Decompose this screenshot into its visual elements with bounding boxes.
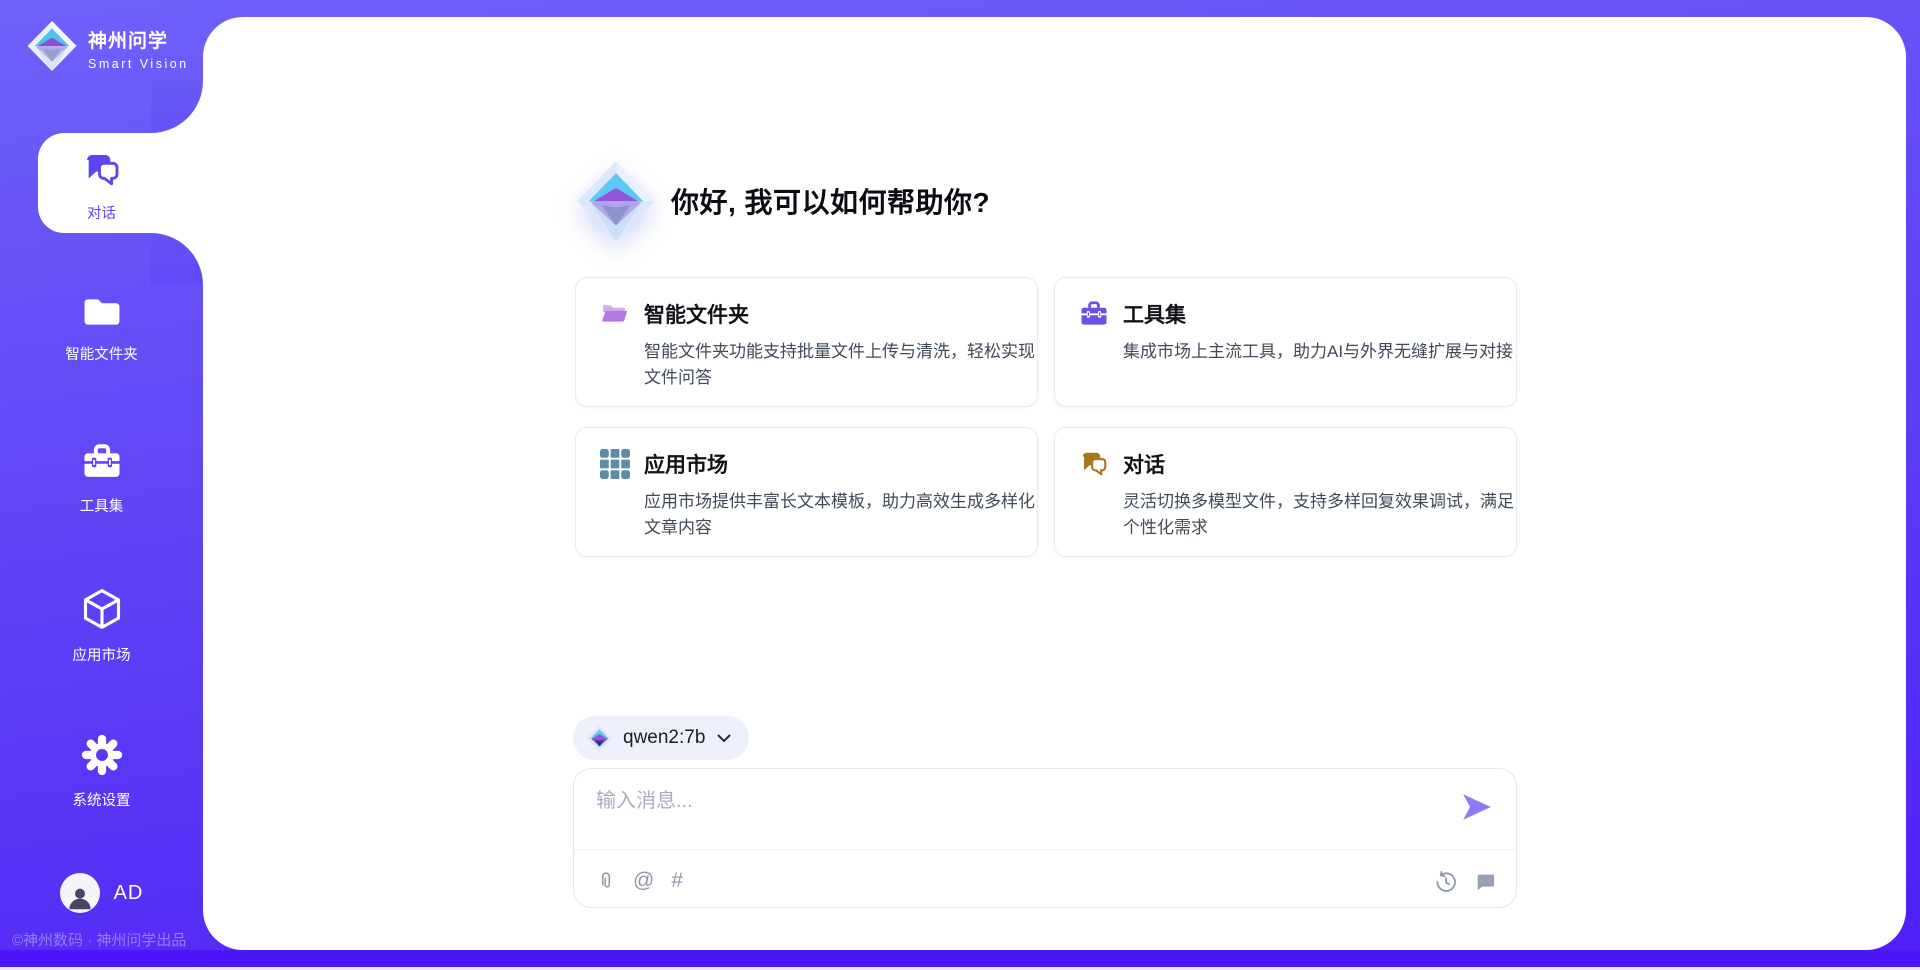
model-name: qwen2:7b bbox=[623, 727, 705, 749]
card-head: 工具集 bbox=[1079, 299, 1508, 329]
toolbox-icon bbox=[1079, 299, 1109, 329]
hash-icon: # bbox=[671, 869, 683, 893]
folder-icon bbox=[81, 293, 123, 331]
model-selector[interactable]: qwen2:7b bbox=[573, 716, 749, 760]
person-icon bbox=[65, 883, 95, 913]
brand-name: 神州问学 bbox=[88, 26, 189, 53]
send-icon bbox=[1461, 793, 1493, 821]
feature-card-smart-folder[interactable]: 智能文件夹 智能文件夹功能支持批量文件上传与清洗，轻松实现文件问答 bbox=[575, 277, 1038, 407]
sidebar-item-label: 应用市场 bbox=[0, 644, 203, 665]
card-head: 智能文件夹 bbox=[600, 299, 1029, 329]
message-input[interactable] bbox=[596, 784, 1336, 842]
card-description: 应用市场提供丰富长文本模板，助力高效生成多样化文章内容 bbox=[644, 489, 1040, 542]
card-title: 工具集 bbox=[1123, 299, 1186, 329]
user-profile[interactable]: AD bbox=[0, 873, 203, 913]
chat-bubble-button[interactable] bbox=[1474, 871, 1496, 893]
user-name: AD bbox=[114, 882, 144, 905]
brand-logo-block: 神州问学 Smart Vision bbox=[26, 20, 189, 72]
sidebar-item-settings[interactable]: 系统设置 bbox=[0, 733, 203, 810]
at-icon: @ bbox=[633, 869, 654, 893]
sidebar-item-chat[interactable]: 对话 bbox=[0, 150, 203, 223]
sidebar-item-toolset[interactable]: 工具集 bbox=[0, 441, 203, 516]
sidebar-footer-credit: ©神州数码 · 神州问学出品 bbox=[12, 929, 186, 950]
card-description: 灵活切换多模型文件，支持多样回复效果调试，满足个性化需求 bbox=[1123, 489, 1519, 542]
card-description: 集成市场上主流工具，助力AI与外界无缝扩展与对接 bbox=[1123, 339, 1519, 365]
grid-icon bbox=[600, 449, 630, 479]
brand-diamond-icon bbox=[26, 20, 78, 72]
composer-tools-left: @ # bbox=[596, 865, 683, 897]
sidebar-item-label: 智能文件夹 bbox=[0, 343, 203, 364]
message-composer: @ # bbox=[573, 768, 1517, 908]
bottom-accent-band bbox=[0, 950, 1920, 967]
sidebar-item-app-market[interactable]: 应用市场 bbox=[0, 586, 203, 665]
composer-tools-right bbox=[1434, 867, 1496, 897]
card-head: 应用市场 bbox=[600, 449, 1029, 479]
paperclip-icon bbox=[596, 869, 616, 893]
card-title: 对话 bbox=[1123, 449, 1165, 479]
sidebar-item-label: 对话 bbox=[0, 202, 203, 223]
card-title: 应用市场 bbox=[644, 449, 728, 479]
brand-text: 神州问学 Smart Vision bbox=[88, 20, 189, 71]
cube-icon bbox=[80, 586, 124, 632]
chevron-down-icon bbox=[717, 734, 731, 743]
chat-bubbles-icon bbox=[1079, 449, 1109, 479]
feature-cards-grid: 智能文件夹 智能文件夹功能支持批量文件上传与清洗，轻松实现文件问答 工具集 集成… bbox=[575, 277, 1519, 557]
send-button[interactable] bbox=[1460, 793, 1494, 823]
brand-subtitle: Smart Vision bbox=[88, 57, 189, 71]
chat-bubbles-icon bbox=[82, 150, 122, 190]
card-title: 智能文件夹 bbox=[644, 299, 749, 329]
mention-button[interactable]: @ bbox=[633, 869, 654, 893]
greeting-block: 你好, 我可以如何帮助你? bbox=[575, 160, 990, 242]
composer-divider bbox=[574, 849, 1516, 850]
topic-button[interactable]: # bbox=[671, 869, 683, 893]
attach-file-button[interactable] bbox=[596, 869, 616, 893]
feature-card-toolset[interactable]: 工具集 集成市场上主流工具，助力AI与外界无缝扩展与对接 bbox=[1054, 277, 1517, 407]
feature-card-app-market[interactable]: 应用市场 应用市场提供丰富长文本模板，助力高效生成多样化文章内容 bbox=[575, 427, 1038, 557]
chat-bubble-icon bbox=[1474, 871, 1496, 893]
card-head: 对话 bbox=[1079, 449, 1508, 479]
avatar bbox=[60, 873, 100, 913]
toolbox-icon bbox=[81, 441, 123, 483]
folder-open-icon bbox=[600, 299, 630, 329]
model-diamond-icon bbox=[586, 725, 613, 752]
sidebar-item-smart-folder[interactable]: 智能文件夹 bbox=[0, 293, 203, 364]
sidebar: 神州问学 Smart Vision 对话 智能文件夹 工具集 bbox=[0, 0, 203, 950]
history-button[interactable] bbox=[1434, 870, 1458, 894]
card-description: 智能文件夹功能支持批量文件上传与清洗，轻松实现文件问答 bbox=[644, 339, 1040, 392]
brand-diamond-logo-large bbox=[575, 160, 657, 242]
sidebar-item-label: 系统设置 bbox=[0, 789, 203, 810]
feature-card-chat[interactable]: 对话 灵活切换多模型文件，支持多样回复效果调试，满足个性化需求 bbox=[1054, 427, 1517, 557]
history-icon bbox=[1434, 870, 1458, 894]
greeting-heading: 你好, 我可以如何帮助你? bbox=[671, 181, 990, 221]
sidebar-item-label: 工具集 bbox=[0, 495, 203, 516]
gear-icon bbox=[80, 733, 124, 777]
